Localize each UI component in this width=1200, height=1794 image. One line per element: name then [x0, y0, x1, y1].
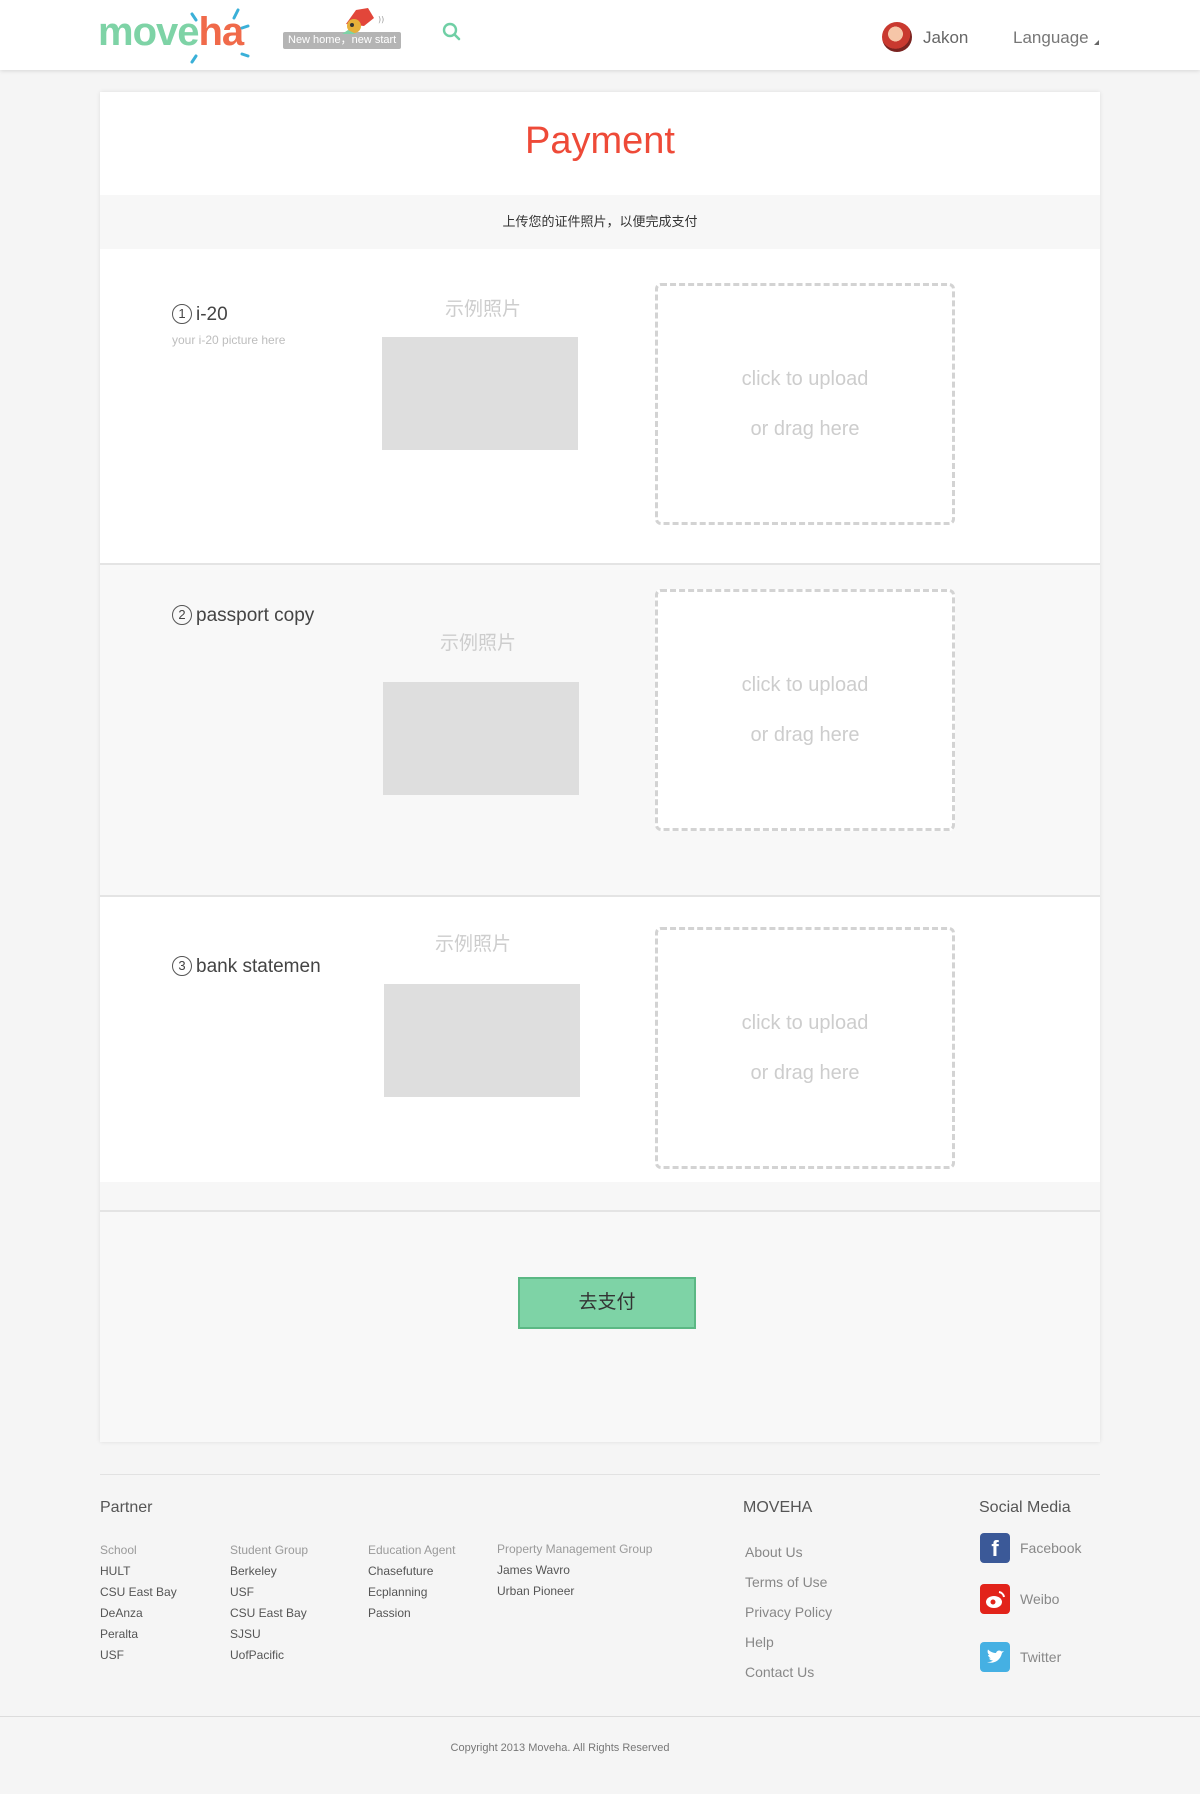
partner-link[interactable]: James Wavro — [497, 1560, 652, 1581]
partner-link[interactable]: Urban Pioneer — [497, 1581, 652, 1602]
user-avatar[interactable] — [882, 22, 912, 52]
partner-link[interactable]: UofPacific — [230, 1645, 308, 1666]
example-photo — [382, 337, 578, 450]
instruction-text: 上传您的证件照片，以便完成支付 — [502, 214, 698, 229]
step-hint: your i-20 picture here — [172, 333, 286, 347]
partner-link[interactable]: DeAnza — [100, 1603, 177, 1624]
partner-link[interactable]: Passion — [368, 1603, 455, 1624]
logo-sun-rays-icon — [190, 8, 250, 64]
caret-down-icon[interactable] — [1094, 40, 1099, 45]
partner-column-heading: Property Management Group — [497, 1542, 653, 1556]
top-header: moveha New home，new start )) Jakon Langu… — [0, 0, 1200, 70]
instruction-bar: 上传您的证件照片，以便完成支付 — [100, 195, 1100, 251]
partner-column-heading: School — [100, 1543, 137, 1557]
example-photo — [384, 984, 580, 1097]
social-media-heading: Social Media — [979, 1499, 1071, 1516]
upload-section-passport: 2 passport copy 示例照片 click to upload or d… — [100, 565, 1100, 897]
social-label: Weibo — [1020, 1591, 1060, 1607]
partner-link[interactable]: Chasefuture — [368, 1561, 455, 1582]
partner-link[interactable]: HULT — [100, 1561, 177, 1582]
moveha-heading: MOVEHA — [743, 1499, 813, 1516]
search-icon[interactable] — [442, 22, 462, 42]
svg-text:)): )) — [378, 15, 384, 24]
step-title-passport: 2 passport copy — [172, 605, 314, 627]
page-title: Payment — [525, 120, 675, 162]
step-number: 1 — [172, 304, 192, 324]
step-label: passport copy — [196, 605, 315, 626]
upload-section-i20: 1 i-20 your i-20 picture here 示例照片 click … — [100, 249, 1100, 565]
pay-area: 去支付 — [100, 1212, 1100, 1442]
example-photo-label: 示例照片 — [445, 299, 522, 320]
upload-click-text: click to upload — [741, 1012, 869, 1034]
step-number: 2 — [172, 605, 192, 625]
upload-dropzone-i20[interactable]: click to upload or drag here — [655, 283, 955, 525]
twitter-icon — [980, 1642, 1010, 1672]
partner-link[interactable]: CSU East Bay — [100, 1582, 177, 1603]
partner-column-education-agent: Education Agent Chasefuture Ecplanning P… — [368, 1540, 455, 1624]
step-number: 3 — [172, 956, 192, 976]
footer-link-privacy[interactable]: Privacy Policy — [745, 1597, 832, 1627]
partner-link[interactable]: SJSU — [230, 1624, 308, 1645]
partner-column-school: School HULT CSU East Bay DeAnza Peralta … — [100, 1540, 177, 1666]
pay-button[interactable]: 去支付 — [518, 1277, 696, 1329]
partner-link[interactable]: Ecplanning — [368, 1582, 455, 1603]
partner-link[interactable]: CSU East Bay — [230, 1603, 308, 1624]
social-label: Twitter — [1020, 1649, 1062, 1665]
partner-link[interactable]: Peralta — [100, 1624, 177, 1645]
footer-link-help[interactable]: Help — [745, 1627, 832, 1657]
language-selector[interactable]: Language — [1013, 28, 1089, 48]
upload-drag-text: or drag here — [750, 1062, 860, 1084]
footer-link-about[interactable]: About Us — [745, 1537, 832, 1567]
weibo-icon — [980, 1584, 1010, 1614]
step-label: bank statemen — [196, 956, 321, 977]
step-label: i-20 — [196, 304, 228, 325]
footer-divider — [100, 1474, 1100, 1475]
payment-card: Payment 上传您的证件照片，以便完成支付 1 i-20 your i-20 … — [100, 92, 1100, 1442]
upload-section-bank: 3 bank statemen 示例照片 click to upload or d… — [100, 897, 1100, 1182]
bird-mascot-icon: )) — [342, 8, 384, 34]
copyright-text: Copyright 2013 Moveha. All Rights Reserv… — [450, 1742, 670, 1754]
moveha-links: About Us Terms of Use Privacy Policy Hel… — [745, 1537, 832, 1687]
partner-heading: Partner — [100, 1499, 153, 1516]
footer-link-terms[interactable]: Terms of Use — [745, 1567, 832, 1597]
upload-drag-text: or drag here — [750, 724, 860, 746]
username-link[interactable]: Jakon — [923, 28, 968, 48]
social-label: Facebook — [1020, 1540, 1082, 1556]
upload-drag-text: or drag here — [750, 418, 860, 440]
upload-click-text: click to upload — [741, 368, 869, 390]
upload-dropzone-bank[interactable]: click to upload or drag here — [655, 927, 955, 1169]
bottom-divider — [0, 1716, 1200, 1717]
facebook-icon: f — [980, 1533, 1010, 1563]
partner-link[interactable]: USF — [230, 1582, 308, 1603]
section-divider — [100, 1182, 1100, 1212]
step-title-bank: 3 bank statemen — [172, 956, 321, 978]
partner-link[interactable]: Berkeley — [230, 1561, 308, 1582]
partner-link[interactable]: USF — [100, 1645, 177, 1666]
upload-dropzone-passport[interactable]: click to upload or drag here — [655, 589, 955, 831]
partner-column-property-management: Property Management Group James Wavro Ur… — [497, 1539, 652, 1602]
footer-link-contact[interactable]: Contact Us — [745, 1657, 832, 1687]
partner-column-heading: Student Group — [230, 1543, 309, 1557]
example-photo — [383, 682, 579, 795]
upload-click-text: click to upload — [741, 674, 869, 696]
step-title-i20: 1 i-20 — [172, 304, 228, 326]
example-photo-label: 示例照片 — [440, 633, 517, 654]
logo-text-move: move — [98, 10, 199, 54]
example-photo-label: 示例照片 — [435, 934, 512, 955]
partner-column-student-group: Student Group Berkeley USF CSU East Bay … — [230, 1540, 308, 1666]
partner-column-heading: Education Agent — [368, 1543, 456, 1557]
